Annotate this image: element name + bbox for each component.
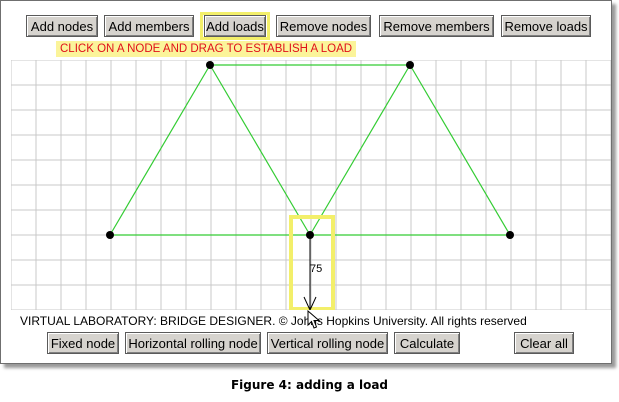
design-canvas[interactable]: 75 <box>11 60 611 310</box>
node[interactable] <box>506 231 514 239</box>
nodes <box>106 61 514 239</box>
figure-caption: Figure 4: adding a load <box>230 378 389 392</box>
add-loads-button[interactable]: Add loads <box>204 15 266 37</box>
add-nodes-button[interactable]: Add nodes <box>26 15 98 37</box>
calculate-button[interactable]: Calculate <box>394 332 460 354</box>
node[interactable] <box>206 61 214 69</box>
node[interactable] <box>406 61 414 69</box>
clear-all-button[interactable]: Clear all <box>514 332 574 354</box>
remove-members-button[interactable]: Remove members <box>379 15 494 37</box>
remove-nodes-button[interactable]: Remove nodes <box>276 15 371 37</box>
node[interactable] <box>106 231 114 239</box>
copyright-footer: VIRTUAL LABORATORY: BRIDGE DESIGNER. © J… <box>20 314 527 328</box>
add-members-button[interactable]: Add members <box>104 15 194 37</box>
node[interactable] <box>306 231 314 239</box>
fixed-node-button[interactable]: Fixed node <box>47 332 119 354</box>
mouse-cursor-icon <box>307 310 321 329</box>
vertical-rolling-node-button[interactable]: Vertical rolling node <box>267 332 388 354</box>
instruction-text: CLICK ON A NODE AND DRAG TO ESTABLISH A … <box>56 41 357 57</box>
horizontal-rolling-node-button[interactable]: Horizontal rolling node <box>125 332 261 354</box>
load-value-label: 75 <box>310 263 322 275</box>
bridge-designer-window: Add nodes Add members Add loads Remove n… <box>0 0 612 364</box>
remove-loads-button[interactable]: Remove loads <box>501 15 591 37</box>
